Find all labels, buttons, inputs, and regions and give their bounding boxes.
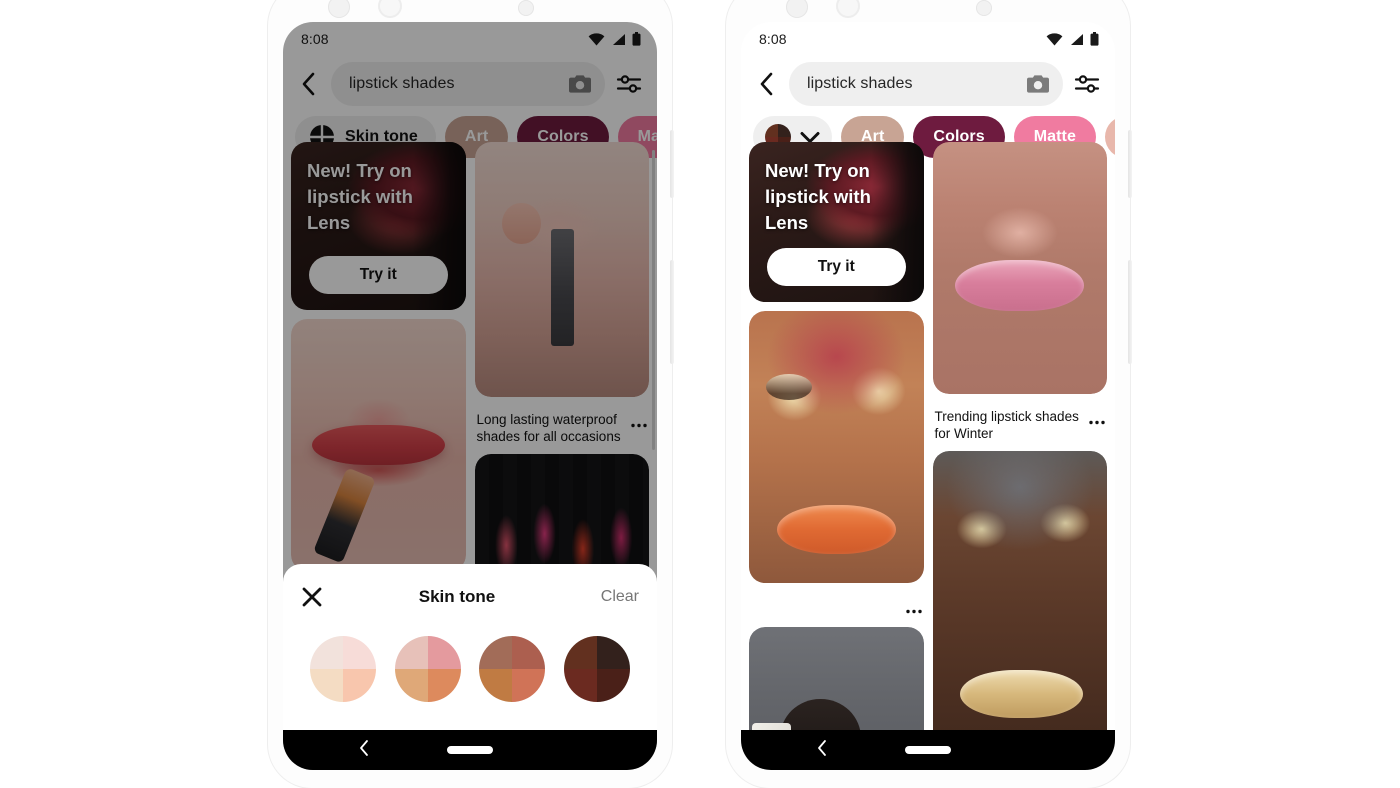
skin-tone-swatch-1[interactable] [310,636,377,702]
phone-left-screen: 8:08 lipstick shades Skin tone Art Color… [283,22,657,770]
nav-back-button[interactable] [817,739,828,762]
pin-image [749,310,924,584]
status-bar: 8:08 [283,22,657,56]
search-query-text: lipstick shades [349,75,455,92]
camera-search-button[interactable] [565,69,595,99]
nav-back-icon [818,739,826,756]
scrollbar[interactable] [652,150,655,450]
promo-try-it-button[interactable]: Try it [309,256,448,294]
pin-caption-row: Trending lipstick shades for Winter [933,403,1108,442]
status-bar: 8:08 [741,22,1115,56]
skin-tone-swatch-3[interactable] [479,636,546,702]
screenshot-canvas: 8:08 lipstick shades Skin tone Art Color… [0,0,1400,788]
promo-card-lens-tryon[interactable]: New! Try on lipstick with Lens Try it [291,142,466,310]
volume-button[interactable] [670,130,674,198]
pin-image [932,142,1107,394]
back-button[interactable] [293,69,323,99]
pin-image [932,451,1107,751]
pin-hand-holding-lipstick[interactable] [474,142,649,397]
bottom-sheet-title: Skin tone [418,587,496,606]
clear-button[interactable]: Clear [583,588,639,606]
pin-column-right: Trending lipstick shades for Winter [932,142,1108,770]
wifi-icon [1046,32,1063,45]
pin-lips-pink-gloss[interactable] [932,142,1107,394]
pin-caption-row [749,592,924,618]
pin-overflow-menu-icon[interactable] [631,411,647,432]
promo-card-title: New! Try on lipstick with Lens [765,160,871,233]
search-query-text: lipstick shades [807,75,913,92]
wifi-icon [588,32,605,45]
battery-icon [1090,32,1099,46]
phone-left-device: 8:08 lipstick shades Skin tone Art Color… [268,0,674,788]
search-input[interactable]: lipstick shades [331,62,605,106]
pin-lips-red-brush[interactable] [291,319,466,571]
front-camera-icon [378,0,402,18]
camera-icon [1027,75,1049,93]
pin-caption-text: Trending lipstick shades for Winter [934,409,1079,441]
camera-icon [569,75,591,93]
search-row: lipstick shades [283,56,657,116]
pin-column-left: New! Try on lipstick with Lens Try it [749,142,924,770]
power-button[interactable] [670,260,674,364]
pin-grid: New! Try on lipstick with Lens Try it Tr… [741,142,1115,770]
bottom-sheet-header: Skin tone Clear [283,578,657,614]
android-nav-bar [741,730,1115,770]
status-icons [1046,32,1099,46]
promo-card-lens-tryon[interactable]: New! Try on lipstick with Lens Try it [749,142,924,302]
filter-tune-button[interactable] [613,68,645,100]
sensor-dot-icon [518,0,534,16]
sensor-dot-icon [976,0,992,16]
close-button[interactable] [301,586,331,608]
close-x-icon [302,587,322,607]
skin-tone-swatch-row [283,614,657,708]
pin-caption-row: Long lasting waterproof shades for all o… [475,406,650,445]
back-button[interactable] [751,69,781,99]
phone-right-device: 8:08 lipstick shades Art Colors Matte Ne… [726,0,1132,788]
battery-icon [632,32,641,46]
chevron-left-icon [760,72,772,96]
front-camera-icon [836,0,860,18]
home-pill[interactable] [447,746,493,754]
search-row: lipstick shades [741,56,1115,116]
nav-back-button[interactable] [359,739,370,762]
camera-dot-icon [786,0,808,18]
phone-right-screen: 8:08 lipstick shades Art Colors Matte Ne… [741,22,1115,770]
home-pill[interactable] [905,746,951,754]
pin-face-orange-lips[interactable] [749,310,924,584]
camera-dot-icon [328,0,350,18]
promo-card-title: New! Try on lipstick with Lens [307,160,413,233]
tune-sliders-icon [1074,75,1100,93]
tune-sliders-icon [616,75,642,93]
volume-button[interactable] [1128,130,1132,198]
nav-back-icon [360,739,368,756]
power-button[interactable] [1128,260,1132,364]
cellular-signal-icon [1071,33,1083,45]
filter-tune-button[interactable] [1071,68,1103,100]
promo-try-it-button[interactable]: Try it [767,247,906,286]
search-input[interactable]: lipstick shades [789,62,1063,106]
pin-image [291,319,466,571]
pin-image [474,142,649,397]
pin-overflow-menu-icon[interactable] [1089,408,1105,429]
pin-overflow-menu-icon[interactable] [905,597,922,618]
chevron-left-icon [302,72,314,96]
status-icons [588,32,641,46]
cellular-signal-icon [613,33,625,45]
skin-tone-swatch-4[interactable] [563,636,630,702]
camera-search-button[interactable] [1023,69,1053,99]
skin-tone-bottom-sheet: Skin tone Clear [283,564,657,730]
android-nav-bar [283,730,657,770]
pin-face-gold-lips[interactable] [932,451,1107,751]
status-time: 8:08 [301,31,329,47]
skin-tone-swatch-2[interactable] [394,636,461,702]
pin-caption-text: Long lasting waterproof shades for all o… [476,412,621,444]
status-time: 8:08 [759,31,787,47]
